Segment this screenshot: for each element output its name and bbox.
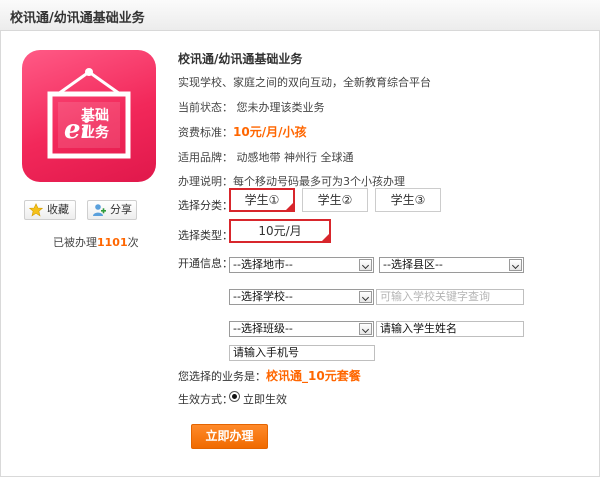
effect-option-label: 立即生效 bbox=[243, 393, 287, 406]
chevron-down-icon bbox=[359, 259, 372, 271]
share-button[interactable]: 分享 bbox=[87, 200, 137, 220]
product-slogan: 实现学校、家庭之间的双向互动，全新教育综合平台 bbox=[178, 76, 431, 89]
county-select[interactable]: --选择县区-- bbox=[379, 257, 524, 273]
school-search-input[interactable]: 可输入学校关键字查询 bbox=[376, 289, 524, 305]
type-option[interactable]: 10元/月 bbox=[229, 219, 331, 243]
selected-corner-icon bbox=[321, 233, 330, 242]
fee-value: 10元/月/小孩 bbox=[233, 125, 307, 139]
chosen-package: 校讯通_10元套餐 bbox=[266, 369, 361, 383]
usage-count: 已被办理1101次 bbox=[53, 236, 139, 249]
submit-button[interactable]: 立即办理 bbox=[191, 424, 268, 449]
effect-radio[interactable] bbox=[229, 391, 240, 402]
favorite-button[interactable]: 收藏 bbox=[24, 200, 76, 220]
category-option-2[interactable]: 学生② bbox=[302, 188, 368, 212]
header-bar: 校讯通/幼讯通基础业务 bbox=[0, 0, 600, 31]
info-label: 开通信息： bbox=[178, 257, 233, 270]
page-title: 校讯通/幼讯通基础业务 bbox=[10, 11, 145, 26]
chevron-down-icon bbox=[359, 291, 372, 303]
student-name-input[interactable]: 请输入学生姓名 bbox=[376, 321, 524, 337]
city-select[interactable]: --选择地市-- bbox=[229, 257, 374, 273]
product-status: 当前状态： 您未办理该类业务 bbox=[178, 101, 325, 114]
effect-label: 生效方式： bbox=[178, 393, 233, 406]
chevron-down-icon bbox=[509, 259, 522, 271]
school-select[interactable]: --选择学校-- bbox=[229, 289, 374, 305]
type-label: 选择类型： bbox=[178, 229, 233, 242]
class-select[interactable]: --选择班级-- bbox=[229, 321, 374, 337]
share-user-icon bbox=[93, 204, 106, 216]
phone-input[interactable]: 请输入手机号 bbox=[229, 345, 375, 361]
product-fee: 资费标准：10元/月/小孩 bbox=[178, 125, 307, 139]
selected-corner-icon bbox=[285, 202, 294, 211]
chosen-service: 您选择的业务是：校讯通_10元套餐 bbox=[178, 369, 361, 383]
product-name: 校讯通/幼讯通基础业务 bbox=[178, 52, 303, 66]
category-option-1[interactable]: 学生① bbox=[229, 188, 295, 212]
chevron-down-icon bbox=[359, 323, 372, 335]
product-brands: 适用品牌： 动感地带 神州行 全球通 bbox=[178, 151, 354, 164]
product-note: 办理说明：每个移动号码最多可为3个小孩办理 bbox=[178, 175, 405, 188]
logo-text: 基础 业务 bbox=[81, 108, 109, 141]
product-logo: ei 基础 业务 bbox=[22, 50, 156, 182]
star-icon bbox=[29, 203, 43, 217]
category-option-3[interactable]: 学生③ bbox=[375, 188, 441, 212]
category-label: 选择分类： bbox=[178, 199, 233, 212]
